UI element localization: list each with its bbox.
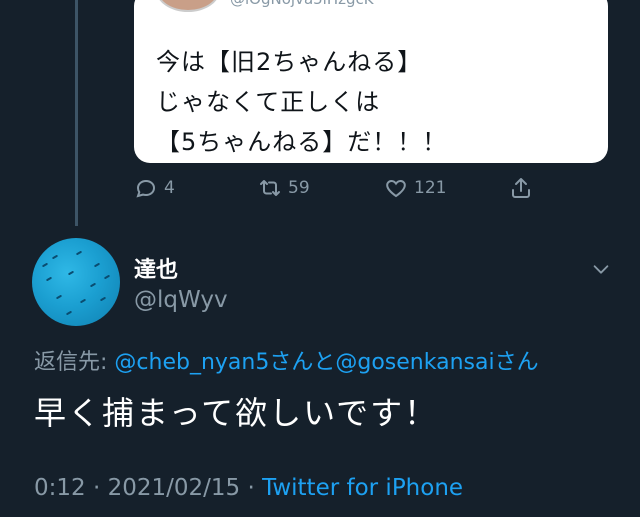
quoted-tweet-card[interactable]: @lOgNojva5lHzgcK 今は【旧2ちゃんねる】 じゃなくて正しくは 【… bbox=[134, 0, 608, 163]
author-avatar[interactable] bbox=[32, 238, 120, 326]
quoted-line: 今は【旧2ちゃんねる】 bbox=[156, 48, 423, 76]
like-count: 121 bbox=[414, 178, 447, 198]
mention-suffix[interactable]: さん bbox=[495, 350, 539, 375]
quoted-avatar[interactable] bbox=[156, 0, 220, 12]
like-button[interactable]: 121 bbox=[384, 176, 446, 200]
mention-link[interactable]: @cheb_nyan5 bbox=[114, 350, 269, 375]
quoted-handle[interactable]: @lOgNojva5lHzgcK bbox=[230, 0, 374, 8]
heart-icon bbox=[386, 179, 406, 198]
reply-icon bbox=[136, 179, 156, 198]
tweet-timestamp[interactable]: 0:12 · 2021/02/15 · bbox=[34, 475, 262, 501]
retweet-button[interactable]: 59 bbox=[258, 176, 310, 200]
tweet-meta: 0:12 · 2021/02/15 · Twitter for iPhone bbox=[34, 475, 463, 501]
reply-count: 4 bbox=[164, 178, 175, 198]
mention-suffix[interactable]: さんと bbox=[269, 350, 335, 375]
quoted-line: 【5ちゃんねる】だ！！！ bbox=[156, 128, 448, 156]
reply-button[interactable]: 4 bbox=[134, 176, 175, 200]
tweet-source-link[interactable]: Twitter for iPhone bbox=[262, 475, 463, 501]
retweet-count: 59 bbox=[288, 178, 310, 198]
author-name[interactable]: 達也 bbox=[134, 252, 178, 284]
retweet-icon bbox=[260, 180, 280, 196]
author-handle[interactable]: @lqWyv bbox=[134, 287, 228, 313]
quoted-text: 今は【旧2ちゃんねる】 じゃなくて正しくは 【5ちゃんねる】だ！！！ bbox=[156, 42, 447, 162]
share-button[interactable] bbox=[509, 176, 539, 200]
tweet-actions: 4 59 121 bbox=[0, 176, 640, 206]
tweet-text: 早く捕まって欲しいです！ bbox=[34, 394, 439, 432]
chevron-down-icon[interactable] bbox=[590, 258, 612, 280]
mention-link[interactable]: @gosenkansai bbox=[335, 350, 494, 375]
replying-to: 返信先: @cheb_nyan5さんと@gosenkansaiさん bbox=[34, 344, 539, 376]
quoted-line: じゃなくて正しくは bbox=[156, 88, 381, 116]
share-icon bbox=[512, 178, 530, 198]
replying-prefix: 返信先: bbox=[34, 350, 108, 375]
